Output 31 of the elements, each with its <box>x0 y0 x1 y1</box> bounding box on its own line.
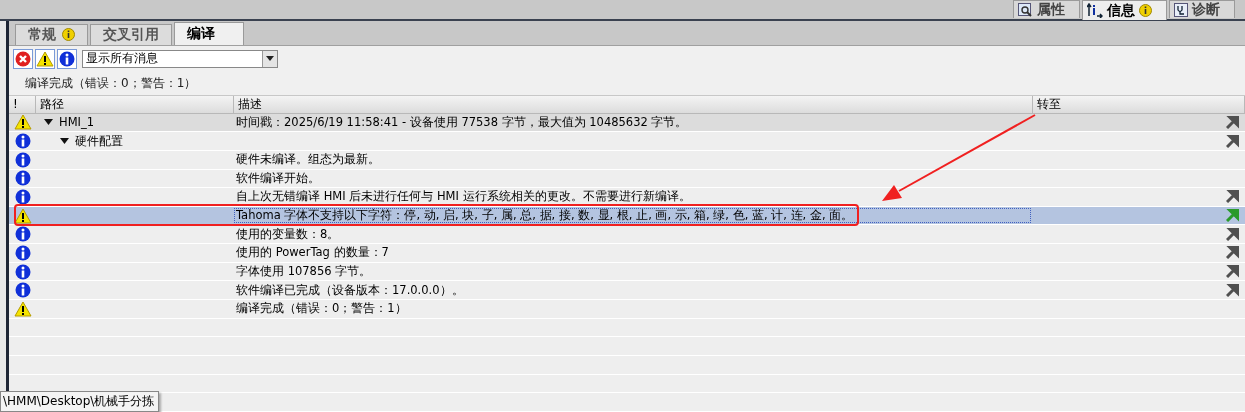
message-text: 字体使用 107856 字节。 <box>235 264 373 280</box>
tab[interactable]: 交叉引用 <box>90 23 172 45</box>
path-text: 硬件配置 <box>75 133 123 149</box>
message-row[interactable]: 使用的变量数：8。 <box>9 225 1245 245</box>
tab[interactable]: 编译 <box>174 21 244 45</box>
message-text: 使用的 PowerTag 的数量：7 <box>235 245 390 261</box>
message-row[interactable]: 编译完成（错误：0；警告：1） <box>9 300 1245 319</box>
inspector-tab[interactable]: 诊断 <box>1169 0 1235 18</box>
message-text: Tahoma 字体不支持以下字符：停, 动, 启, 块, 子, 属, 总, 据, 接, 数, 显, 根, 止, 画, 示, 箱, 绿, 色, 蓝, 计, 连, 金, 面。 <box>234 208 1031 224</box>
message-row[interactable]: 自上次无错编译 HMI 后未进行任何与 HMI 运行系统相关的更改。不需要进行新编译。 <box>9 188 1245 207</box>
column-header[interactable]: 路径 <box>36 95 234 113</box>
path-text: HMI_1 <box>59 115 95 130</box>
message-text: 使用的变量数：8。 <box>235 226 341 242</box>
path-tooltip: \HMM\Desktop\机械手分拣 <box>0 391 160 412</box>
message-row[interactable]: 硬件配置 <box>9 132 1245 151</box>
message-filter-dropdown[interactable]: 显示所有消息 <box>82 49 278 68</box>
inspector-tab[interactable]: 信息 <box>1082 0 1167 20</box>
message-text: 时间戳：2025/6/19 11:58:41 - 设备使用 77538 字节，最大值为 10485632 字节。 <box>235 114 689 130</box>
column-header[interactable]: 转至 <box>1033 95 1245 113</box>
compile-summary: 编译完成（错误：0；警告：1） <box>24 74 198 92</box>
column-header[interactable]: 描述 <box>234 95 1033 113</box>
message-row[interactable]: 使用的 PowerTag 的数量：7 <box>9 244 1245 263</box>
message-text: 软件编译已完成（设备版本：17.0.0.0）。 <box>235 282 465 298</box>
message-text: 编译完成（错误：0；警告：1） <box>235 301 408 317</box>
message-text: 硬件未编译。组态为最新。 <box>235 152 381 168</box>
message-text: 软件编译开始。 <box>235 170 321 186</box>
message-row[interactable]: 软件编译已完成（设备版本：17.0.0.0）。 <box>9 281 1245 301</box>
message-text: 自上次无错编译 HMI 后未进行任何与 HMI 运行系统相关的更改。不需要进行新编译。 <box>235 189 692 205</box>
inspector-tab[interactable]: 属性 <box>1013 0 1080 18</box>
tab[interactable]: 常规 <box>15 23 88 45</box>
column-header[interactable]: ! <box>9 95 36 113</box>
